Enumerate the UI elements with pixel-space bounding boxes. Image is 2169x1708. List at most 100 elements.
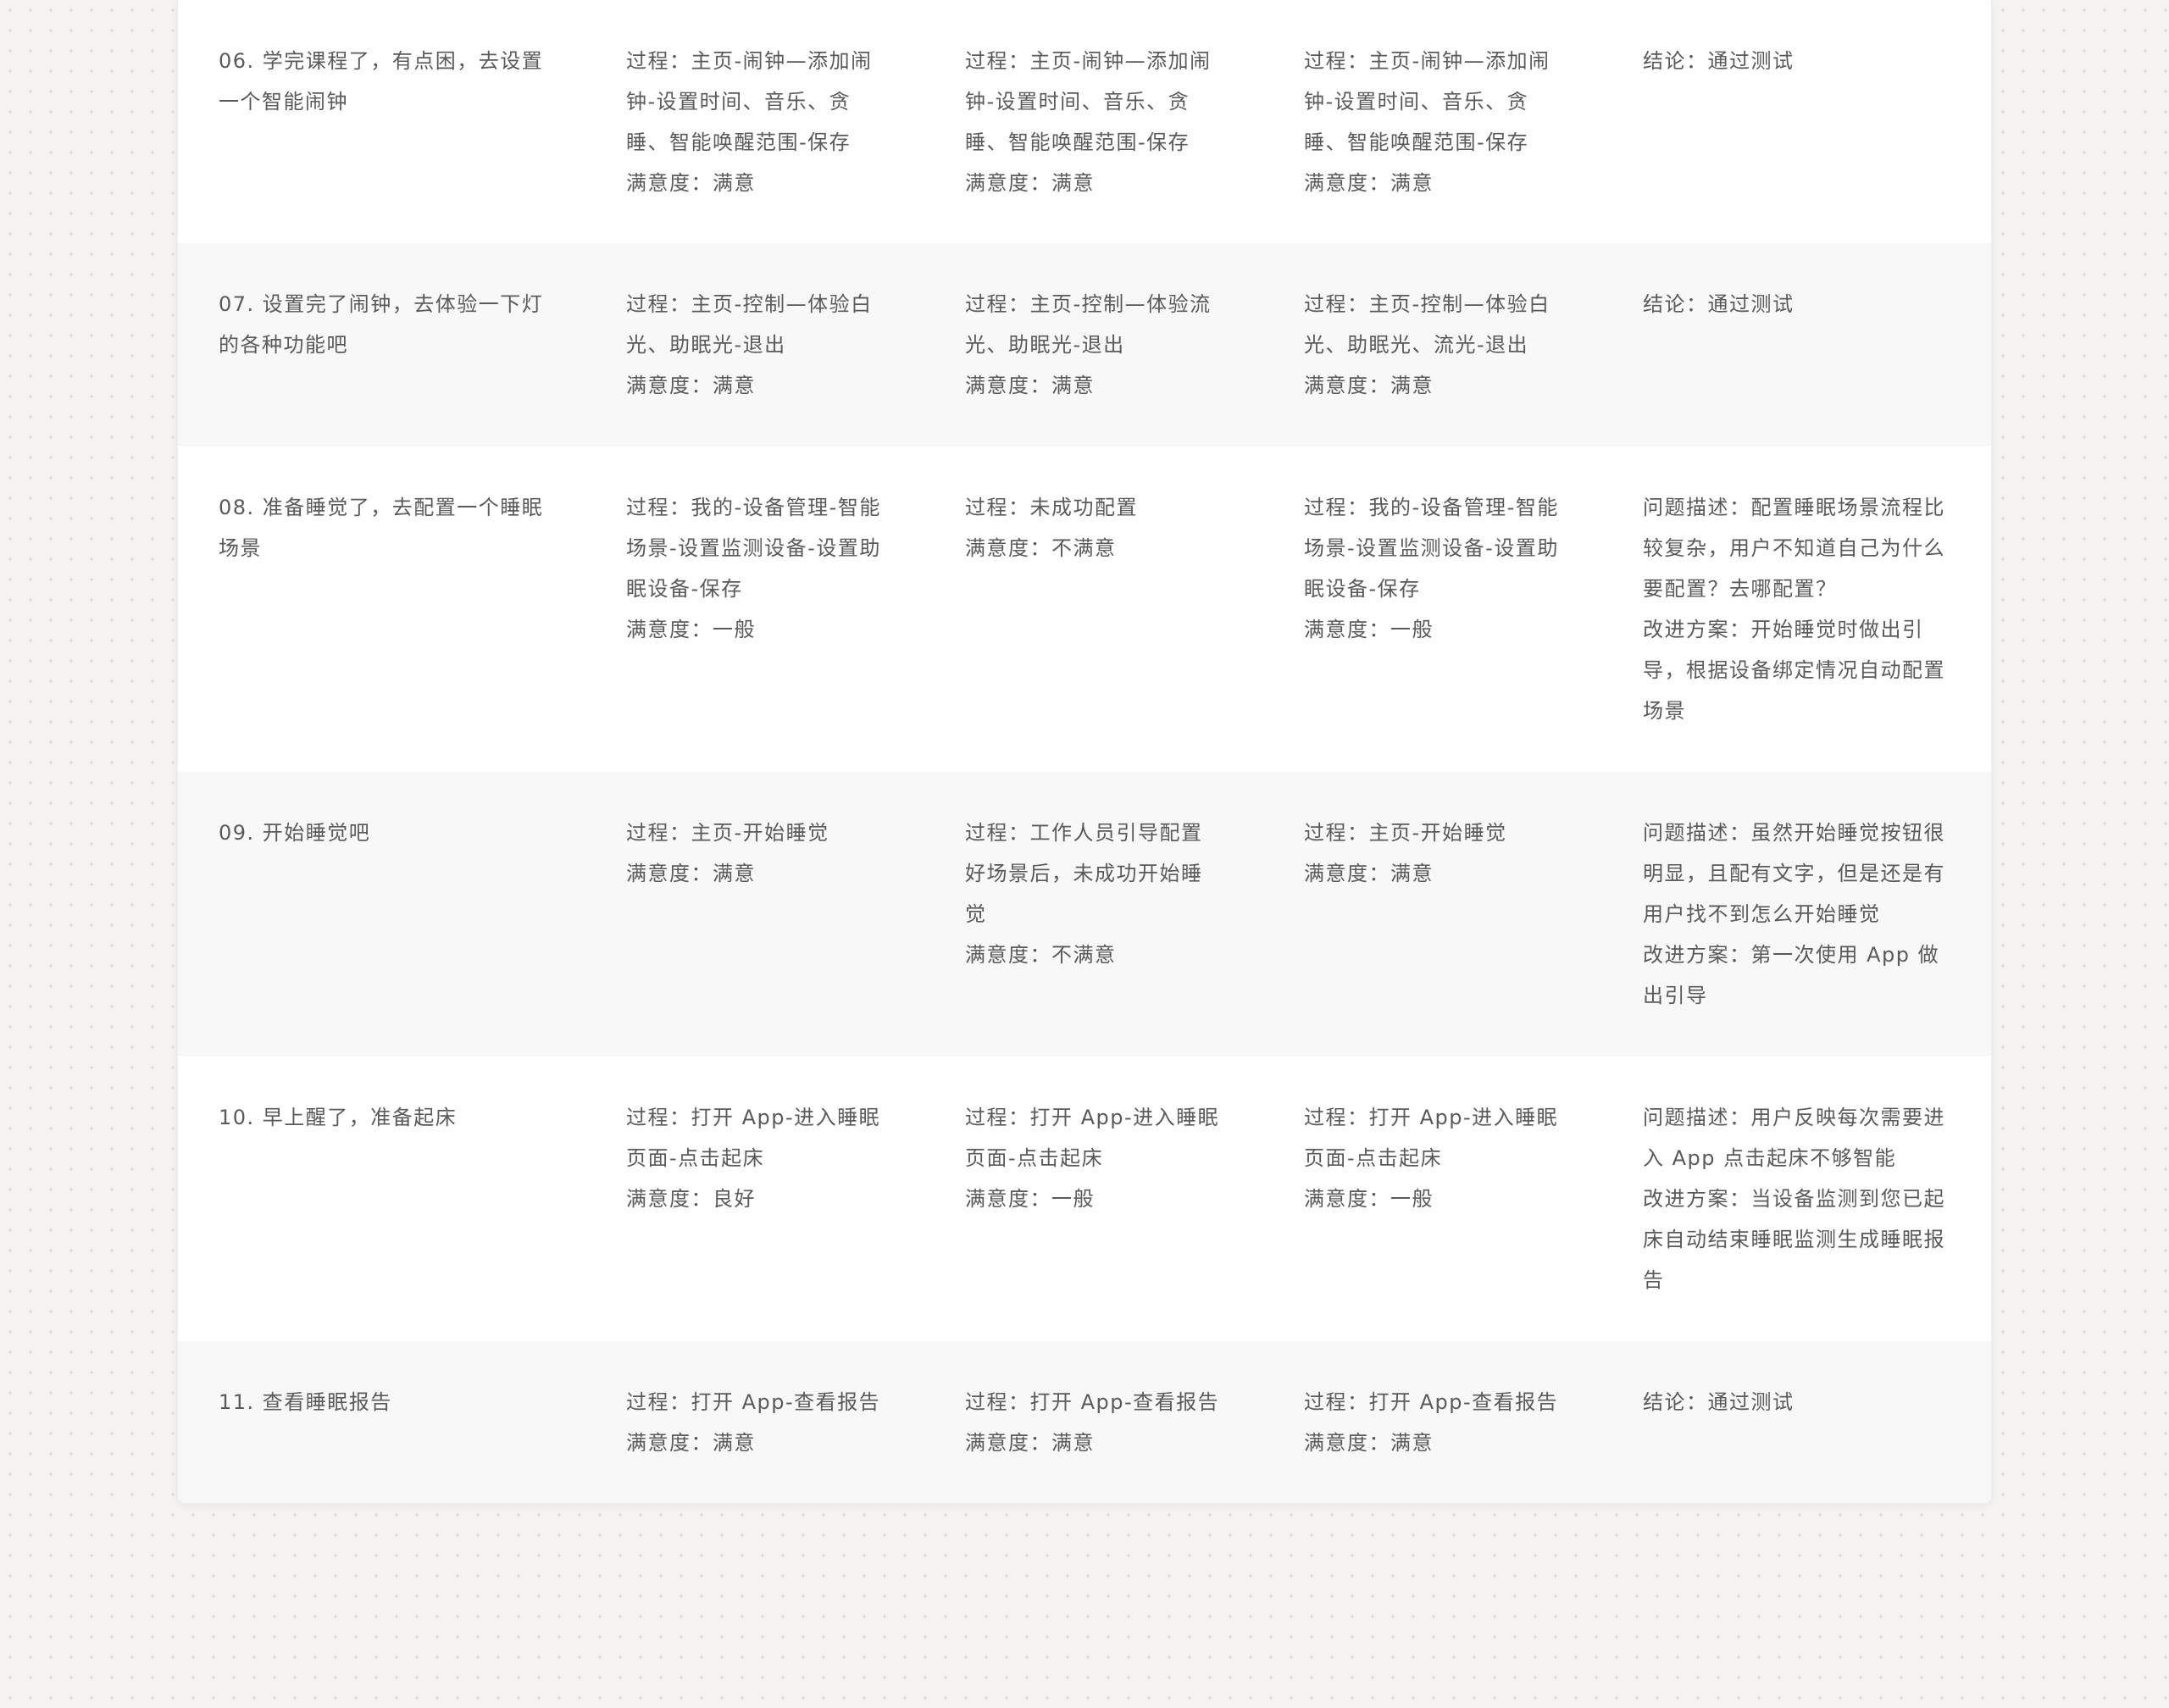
process-line: 睡、智能唤醒范围-保存 bbox=[1304, 130, 1529, 154]
process-line: 过程：主页-开始睡觉 bbox=[626, 821, 829, 845]
process-line: 过程：打开 App-查看报告 bbox=[965, 1390, 1220, 1414]
task-cell: 11. 查看睡眠报告 bbox=[219, 1382, 392, 1422]
result-line: 结论：通过测试 bbox=[1643, 1390, 1795, 1414]
user1-cell: 过程：主页-开始睡觉 满意度：满意 bbox=[626, 812, 829, 894]
user3-cell: 过程：打开 App-查看报告 满意度：满意 bbox=[1304, 1382, 1558, 1463]
user2-cell: 过程：打开 App-查看报告 满意度：满意 bbox=[965, 1382, 1219, 1463]
process-line: 场景-设置监测设备-设置助 bbox=[1304, 536, 1559, 560]
user2-cell: 过程：主页-控制—体验流 光、助眠光-退出 满意度：满意 bbox=[965, 284, 1212, 406]
table-row: 11. 查看睡眠报告 过程：打开 App-查看报告 满意度：满意 过程：打开 A… bbox=[178, 1341, 1991, 1503]
result-line: 结论：通过测试 bbox=[1643, 49, 1795, 73]
user2-cell: 过程：未成功配置 满意度：不满意 bbox=[965, 487, 1138, 568]
user3-cell: 过程：主页-闹钟—添加闹 钟-设置时间、音乐、贪 睡、智能唤醒范围-保存 满意度… bbox=[1304, 41, 1550, 203]
satisfaction-line: 满意度：满意 bbox=[626, 1431, 756, 1455]
process-line: 钟-设置时间、音乐、贪 bbox=[1304, 90, 1529, 114]
satisfaction-line: 满意度：满意 bbox=[965, 1431, 1095, 1455]
result-cell: 问题描述：虽然开始睡觉按钮很 明显，且配有文字，但是还是有 用户找不到怎么开始睡… bbox=[1643, 812, 1945, 1016]
process-line: 钟-设置时间、音乐、贪 bbox=[626, 90, 852, 114]
problem-line: 用户找不到怎么开始睡觉 bbox=[1643, 902, 1881, 926]
task-cell: 08. 准备睡觉了，去配置一个睡眠 场景 bbox=[219, 487, 543, 568]
process-line: 过程：打开 App-进入睡眠 bbox=[1304, 1106, 1559, 1129]
satisfaction-line: 满意度：良好 bbox=[626, 1187, 756, 1211]
task-cell: 07. 设置完了闹钟，去体验一下灯 的各种功能吧 bbox=[219, 284, 543, 365]
process-line: 页面-点击起床 bbox=[1304, 1146, 1443, 1170]
process-line: 光、助眠光-退出 bbox=[965, 333, 1125, 357]
satisfaction-line: 满意度：满意 bbox=[1304, 171, 1434, 195]
satisfaction-line: 满意度：一般 bbox=[1304, 618, 1434, 641]
task-line: 10. 早上醒了，准备起床 bbox=[219, 1106, 458, 1129]
process-line: 过程：主页-控制—体验流 bbox=[965, 292, 1212, 316]
usability-test-table: 06. 学完课程了，有点困，去设置 一个智能闹钟 过程：主页-闹钟—添加闹 钟-… bbox=[177, 0, 1992, 1504]
task-line: 的各种功能吧 bbox=[219, 333, 348, 357]
task-line: 07. 设置完了闹钟，去体验一下灯 bbox=[219, 292, 544, 316]
process-line: 过程：主页-控制—体验白 bbox=[1304, 292, 1550, 316]
process-line: 页面-点击起床 bbox=[965, 1146, 1104, 1170]
task-cell: 10. 早上醒了，准备起床 bbox=[219, 1097, 457, 1138]
result-cell: 问题描述：配置睡眠场景流程比 较复杂，用户不知道自己为什么 要配置？去哪配置？ … bbox=[1643, 487, 1945, 731]
process-line: 好场景后，未成功开始睡 bbox=[965, 862, 1203, 885]
user1-cell: 过程：我的-设备管理-智能 场景-设置监测设备-设置助 眠设备-保存 满意度：一… bbox=[626, 487, 881, 650]
table-row: 09. 开始睡觉吧 过程：主页-开始睡觉 满意度：满意 过程：工作人员引导配置 … bbox=[178, 772, 1991, 1056]
result-cell: 问题描述：用户反映每次需要进 入 App 点击起床不够智能 改进方案：当设备监测… bbox=[1643, 1097, 1945, 1300]
process-line: 过程：主页-闹钟—添加闹 bbox=[626, 49, 873, 73]
user1-cell: 过程：主页-控制—体验白 光、助眠光-退出 满意度：满意 bbox=[626, 284, 873, 406]
task-cell: 06. 学完课程了，有点困，去设置 一个智能闹钟 bbox=[219, 41, 543, 122]
problem-line: 入 App 点击起床不够智能 bbox=[1643, 1146, 1897, 1170]
task-line: 06. 学完课程了，有点困，去设置 bbox=[219, 49, 544, 73]
user3-cell: 过程：我的-设备管理-智能 场景-设置监测设备-设置助 眠设备-保存 满意度：一… bbox=[1304, 487, 1559, 650]
satisfaction-line: 满意度：一般 bbox=[626, 618, 756, 641]
process-line: 过程：我的-设备管理-智能 bbox=[626, 496, 881, 519]
problem-line: 问题描述：用户反映每次需要进 bbox=[1643, 1106, 1945, 1129]
process-line: 睡、智能唤醒范围-保存 bbox=[965, 130, 1190, 154]
satisfaction-line: 满意度：一般 bbox=[1304, 1187, 1434, 1211]
process-line: 过程：未成功配置 bbox=[965, 496, 1138, 519]
process-line: 眠设备-保存 bbox=[1304, 577, 1421, 601]
process-line: 睡、智能唤醒范围-保存 bbox=[626, 130, 852, 154]
user3-cell: 过程：打开 App-进入睡眠 页面-点击起床 满意度：一般 bbox=[1304, 1097, 1558, 1219]
user3-cell: 过程：主页-控制—体验白 光、助眠光、流光-退出 满意度：满意 bbox=[1304, 284, 1550, 406]
result-line: 结论：通过测试 bbox=[1643, 292, 1795, 316]
improvement-line: 告 bbox=[1643, 1268, 1665, 1292]
satisfaction-line: 满意度：满意 bbox=[965, 171, 1095, 195]
process-line: 过程：打开 App-查看报告 bbox=[1304, 1390, 1559, 1414]
task-line: 一个智能闹钟 bbox=[219, 90, 348, 114]
process-line: 场景-设置监测设备-设置助 bbox=[626, 536, 881, 560]
table-row: 08. 准备睡觉了，去配置一个睡眠 场景 过程：我的-设备管理-智能 场景-设置… bbox=[178, 446, 1991, 772]
satisfaction-line: 满意度：满意 bbox=[626, 374, 756, 397]
process-line: 觉 bbox=[965, 902, 987, 926]
problem-line: 问题描述：配置睡眠场景流程比 bbox=[1643, 496, 1945, 519]
task-line: 09. 开始睡觉吧 bbox=[219, 821, 371, 845]
table-row: 07. 设置完了闹钟，去体验一下灯 的各种功能吧 过程：主页-控制—体验白 光、… bbox=[178, 243, 1991, 446]
satisfaction-line: 满意度：满意 bbox=[1304, 862, 1434, 885]
process-line: 光、助眠光-退出 bbox=[626, 333, 786, 357]
satisfaction-line: 满意度：不满意 bbox=[965, 536, 1117, 560]
result-cell: 结论：通过测试 bbox=[1643, 284, 1795, 324]
task-line: 11. 查看睡眠报告 bbox=[219, 1390, 392, 1414]
user2-cell: 过程：打开 App-进入睡眠 页面-点击起床 满意度：一般 bbox=[965, 1097, 1219, 1219]
improvement-line: 导，根据设备绑定情况自动配置 bbox=[1643, 658, 1945, 682]
user1-cell: 过程：打开 App-进入睡眠 页面-点击起床 满意度：良好 bbox=[626, 1097, 880, 1219]
problem-line: 较复杂，用户不知道自己为什么 bbox=[1643, 536, 1945, 560]
improvement-line: 改进方案：第一次使用 App 做 bbox=[1643, 943, 1940, 967]
process-line: 过程：主页-控制—体验白 bbox=[626, 292, 873, 316]
table-row: 06. 学完课程了，有点困，去设置 一个智能闹钟 过程：主页-闹钟—添加闹 钟-… bbox=[178, 0, 1991, 243]
task-cell: 09. 开始睡觉吧 bbox=[219, 812, 370, 853]
task-line: 08. 准备睡觉了，去配置一个睡眠 bbox=[219, 496, 544, 519]
process-line: 过程：打开 App-进入睡眠 bbox=[965, 1106, 1220, 1129]
process-line: 过程：主页-闹钟—添加闹 bbox=[1304, 49, 1550, 73]
task-line: 场景 bbox=[219, 536, 262, 560]
satisfaction-line: 满意度：满意 bbox=[1304, 374, 1434, 397]
user1-cell: 过程：打开 App-查看报告 满意度：满意 bbox=[626, 1382, 880, 1463]
satisfaction-line: 满意度：满意 bbox=[1304, 1431, 1434, 1455]
process-line: 光、助眠光、流光-退出 bbox=[1304, 333, 1529, 357]
process-line: 过程：打开 App-进入睡眠 bbox=[626, 1106, 881, 1129]
satisfaction-line: 满意度：满意 bbox=[626, 171, 756, 195]
satisfaction-line: 满意度：满意 bbox=[965, 374, 1095, 397]
user2-cell: 过程：主页-闹钟—添加闹 钟-设置时间、音乐、贪 睡、智能唤醒范围-保存 满意度… bbox=[965, 41, 1212, 203]
table-row: 10. 早上醒了，准备起床 过程：打开 App-进入睡眠 页面-点击起床 满意度… bbox=[178, 1056, 1991, 1341]
process-line: 过程：主页-闹钟—添加闹 bbox=[965, 49, 1212, 73]
user2-cell: 过程：工作人员引导配置 好场景后，未成功开始睡 觉 满意度：不满意 bbox=[965, 812, 1203, 975]
process-line: 过程：我的-设备管理-智能 bbox=[1304, 496, 1559, 519]
problem-line: 问题描述：虽然开始睡觉按钮很 bbox=[1643, 821, 1945, 845]
problem-line: 明显，且配有文字，但是还是有 bbox=[1643, 862, 1945, 885]
